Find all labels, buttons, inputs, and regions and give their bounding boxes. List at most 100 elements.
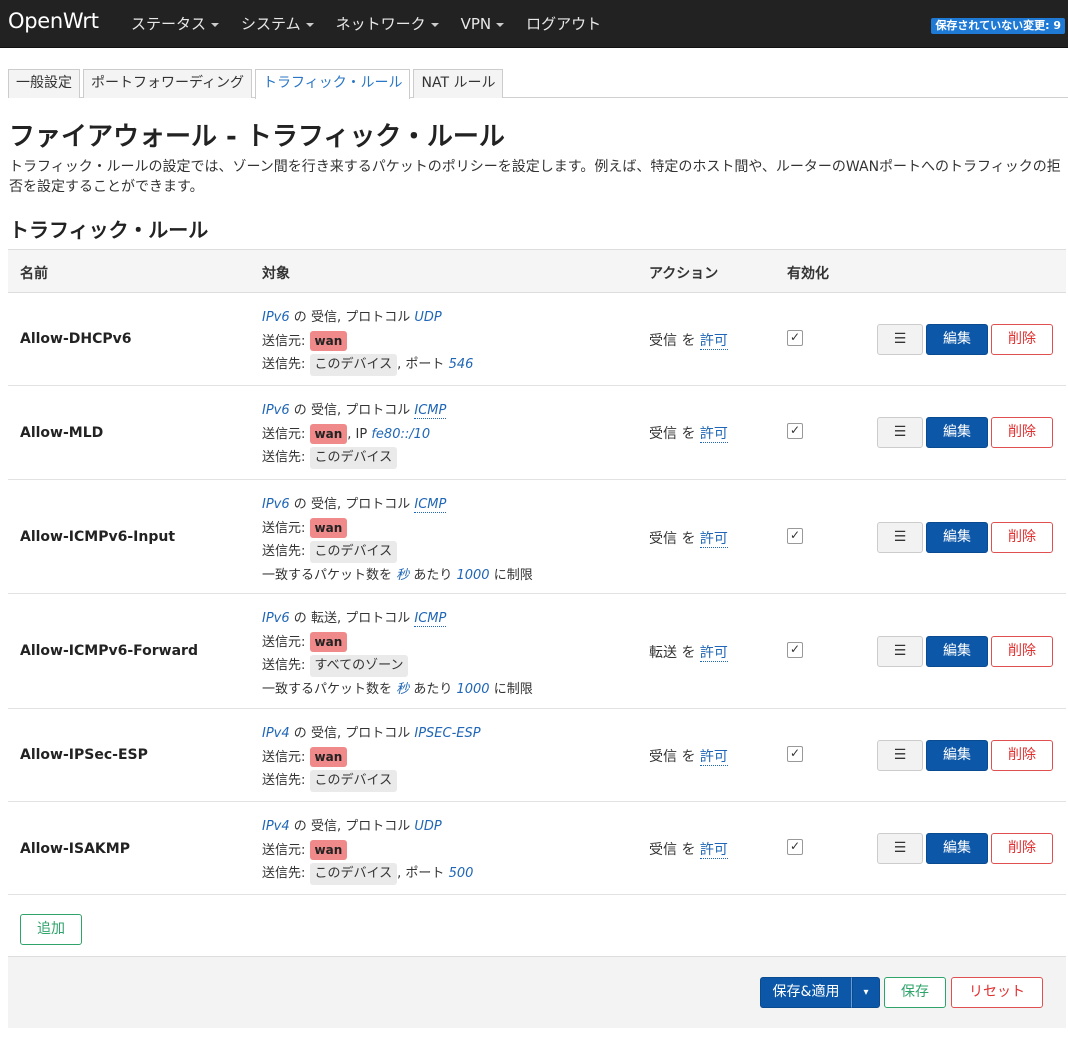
target-line-source: 送信元: wan bbox=[262, 517, 533, 541]
nav-menu-item[interactable]: ログアウト bbox=[526, 0, 601, 48]
tab[interactable]: NAT ルール bbox=[413, 69, 504, 98]
more-menu-icon[interactable]: ☰ bbox=[877, 636, 923, 667]
of-label: の bbox=[293, 403, 307, 418]
edit-button[interactable]: 編集 bbox=[926, 833, 988, 864]
enabled-checkbox[interactable]: ✓ bbox=[787, 746, 803, 762]
more-menu-icon[interactable]: ☰ bbox=[877, 417, 923, 448]
nav-menu-item[interactable]: ステータス bbox=[131, 0, 220, 48]
header-name: 名前 bbox=[20, 266, 48, 282]
nav-menu-item[interactable]: VPN bbox=[461, 0, 505, 48]
top-navbar: OpenWrt ステータス システム ネットワーク VPN ログアウト 保存されていない… bbox=[0, 0, 1068, 48]
permit-link[interactable]: 許可 bbox=[699, 645, 728, 662]
destination-label: 送信先: bbox=[262, 450, 306, 465]
rule-target: IPv6 の 転送, プロトコル ICMP 送信元: wan 送信先: すべてのゾー… bbox=[262, 607, 533, 701]
limit-unit: 秒 bbox=[396, 567, 410, 583]
port-label: , ポート bbox=[397, 357, 445, 372]
enabled-checkbox[interactable]: ✓ bbox=[787, 528, 803, 544]
delete-button[interactable]: 削除 bbox=[991, 324, 1053, 355]
table-header: 名前 対象 アクション 有効化 bbox=[8, 249, 1066, 293]
delete-button[interactable]: 削除 bbox=[991, 417, 1053, 448]
proto-value[interactable]: ICMP bbox=[414, 611, 447, 627]
family-value: IPv4 bbox=[262, 819, 290, 834]
delete-button[interactable]: 削除 bbox=[991, 636, 1053, 667]
tab[interactable]: トラフィック・ルール bbox=[255, 69, 411, 99]
header-target: 対象 bbox=[262, 266, 290, 282]
caret-down-icon bbox=[211, 23, 220, 27]
rules-table: 名前 対象 アクション 有効化 Allow-DHCPv6 IPv6 の 受信, プ… bbox=[8, 249, 1066, 895]
action-value: 受信 bbox=[649, 531, 677, 547]
enabled-checkbox[interactable]: ✓ bbox=[787, 642, 803, 658]
table-row: Allow-ICMPv6-Input IPv6 の 受信, プロトコル ICMP 送… bbox=[8, 480, 1066, 594]
edit-button[interactable]: 編集 bbox=[926, 324, 988, 355]
save-button[interactable]: 保存 bbox=[884, 977, 946, 1008]
permit-link[interactable]: 許可 bbox=[699, 842, 728, 859]
destination-zone-badge: このデバイス bbox=[309, 541, 398, 563]
action-value: 受信 bbox=[649, 749, 677, 765]
save-apply-button[interactable]: 保存&適用 bbox=[760, 977, 852, 1008]
save-apply-dropdown-button[interactable]: ▾ bbox=[852, 977, 880, 1008]
edit-button[interactable]: 編集 bbox=[926, 417, 988, 448]
destination-zone-badge: このデバイス bbox=[309, 447, 398, 469]
enabled-checkbox[interactable]: ✓ bbox=[787, 839, 803, 855]
nav-menu-label: ステータス bbox=[131, 15, 207, 33]
target-line-destination: 送信先: このデバイス, ポート 500 bbox=[262, 862, 473, 886]
enabled-checkbox[interactable]: ✓ bbox=[787, 330, 803, 346]
more-menu-icon[interactable]: ☰ bbox=[877, 740, 923, 771]
rule-target: IPv4 の 受信, プロトコル UDP 送信元: wan 送信先: このデバイス,… bbox=[262, 815, 473, 886]
permit-link[interactable]: 許可 bbox=[699, 333, 728, 350]
unsaved-changes-badge[interactable]: 保存されていない変更: 9 bbox=[931, 18, 1065, 34]
target-line-protocol: IPv6 の 受信, プロトコル ICMP bbox=[262, 399, 447, 423]
brand-logo[interactable]: OpenWrt bbox=[8, 9, 99, 33]
caret-down-icon bbox=[496, 23, 505, 27]
rule-action: 転送 を 許可 bbox=[649, 642, 728, 662]
target-line-protocol: IPv6 の 受信, プロトコル ICMP bbox=[262, 493, 533, 517]
target-line-source: 送信元: wan bbox=[262, 839, 473, 863]
nav-menu-item[interactable]: ネットワーク bbox=[336, 0, 439, 48]
rule-action: 受信 を 許可 bbox=[649, 330, 728, 350]
caret-down-icon bbox=[430, 23, 439, 27]
reset-button[interactable]: リセット bbox=[951, 977, 1043, 1008]
source-zone-badge: wan bbox=[309, 839, 348, 860]
tab-bar: 一般設定 ポートフォワーディング トラフィック・ルール NAT ルール bbox=[8, 69, 1068, 99]
target-line-destination: 送信先: このデバイス, ポート 546 bbox=[262, 353, 473, 377]
tab[interactable]: ポートフォワーディング bbox=[83, 69, 253, 98]
page-description: トラフィック・ルールの設定では、ゾーン間を行き来するパケットのポリシーを設定しま… bbox=[9, 159, 1061, 195]
port-value: 500 bbox=[448, 866, 474, 881]
more-menu-icon[interactable]: ☰ bbox=[877, 833, 923, 864]
action-value: 受信 bbox=[649, 842, 677, 858]
delete-button[interactable]: 削除 bbox=[991, 740, 1053, 771]
source-label: 送信元: bbox=[262, 842, 306, 858]
source-label: 送信元: bbox=[262, 426, 306, 442]
nav-menu-item[interactable]: システム bbox=[241, 0, 314, 48]
permit-link[interactable]: 許可 bbox=[699, 531, 728, 548]
destination-label: 送信先: bbox=[262, 866, 306, 881]
proto-value[interactable]: ICMP bbox=[414, 497, 447, 513]
table-row: Allow-DHCPv6 IPv6 の 受信, プロトコル UDP 送信元: wan… bbox=[8, 293, 1066, 386]
permit-link[interactable]: 許可 bbox=[699, 426, 728, 443]
table-body: Allow-DHCPv6 IPv6 の 受信, プロトコル UDP 送信元: wan… bbox=[8, 293, 1066, 895]
action-value: 受信 bbox=[649, 333, 677, 349]
more-menu-icon[interactable]: ☰ bbox=[877, 522, 923, 553]
add-button[interactable]: 追加 bbox=[20, 914, 82, 945]
proto-value[interactable]: ICMP bbox=[414, 403, 447, 419]
rule-target: IPv6 の 受信, プロトコル ICMP 送信元: wan 送信先: このデバイス… bbox=[262, 493, 533, 587]
enabled-checkbox[interactable]: ✓ bbox=[787, 423, 803, 439]
edit-button[interactable]: 編集 bbox=[926, 740, 988, 771]
source-zone-badge: wan bbox=[309, 517, 348, 538]
family-value: IPv4 bbox=[262, 726, 290, 741]
tab[interactable]: 一般設定 bbox=[8, 69, 80, 98]
limit-value: 1000 bbox=[456, 681, 490, 697]
of-label: の bbox=[293, 726, 307, 741]
target-line-source: 送信元: wan bbox=[262, 631, 533, 655]
permit-link[interactable]: 許可 bbox=[699, 749, 728, 766]
direction-value: 受信 bbox=[310, 403, 337, 418]
delete-button[interactable]: 削除 bbox=[991, 522, 1053, 553]
edit-button[interactable]: 編集 bbox=[926, 636, 988, 667]
more-menu-icon[interactable]: ☰ bbox=[877, 324, 923, 355]
edit-button[interactable]: 編集 bbox=[926, 522, 988, 553]
limit-mid: あたり bbox=[413, 567, 453, 583]
delete-button[interactable]: 削除 bbox=[991, 833, 1053, 864]
destination-label: 送信先: bbox=[262, 357, 306, 372]
source-zone-badge: wan bbox=[309, 631, 348, 652]
destination-zone-badge: このデバイス bbox=[309, 770, 398, 792]
